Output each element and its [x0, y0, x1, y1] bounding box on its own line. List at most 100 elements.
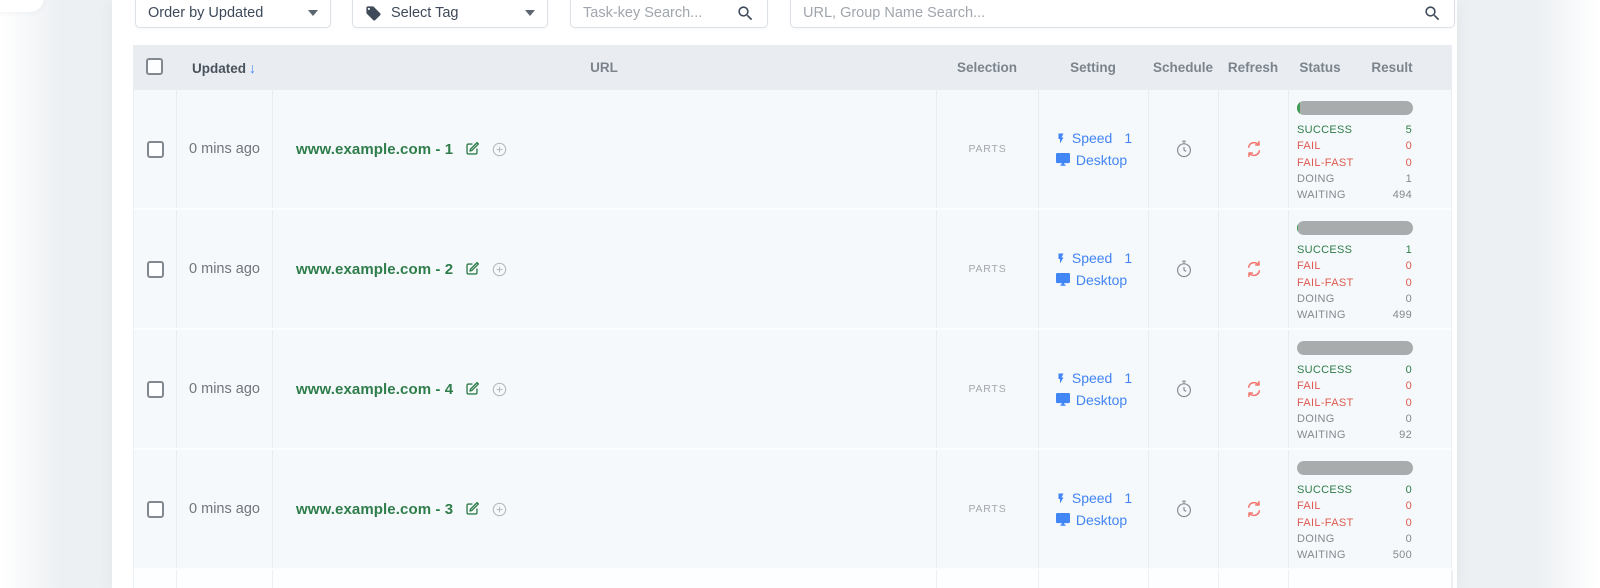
selection-text: PARTS: [968, 263, 1006, 275]
updated-cell: 0 mins ago: [177, 450, 273, 568]
bolt-icon: [1055, 371, 1067, 386]
url-link[interactable]: www.example.com - 2: [296, 261, 453, 278]
url-link[interactable]: www.example.com - 4: [296, 381, 453, 398]
result-label-fail: FAIL: [1297, 258, 1321, 274]
result-value-success: 0: [1406, 362, 1412, 378]
table-row: 0 mins ago www.example.com - 2 PARTS: [133, 210, 1452, 330]
add-circle-icon[interactable]: [491, 141, 508, 158]
result-list: SUCCESS 5 FAIL 0 FAIL-FAST 0 DOING 1 WAI…: [1297, 122, 1412, 203]
status-result-cell: SUCCESS 0 FAIL 0 FAIL-FAST 0 DOING 0 WAI…: [1289, 330, 1453, 448]
add-circle-icon[interactable]: [491, 501, 508, 518]
row-checkbox[interactable]: [147, 501, 164, 518]
schedule-cell: [1149, 450, 1219, 568]
result-value-fail: 0: [1406, 378, 1412, 394]
speed-setting[interactable]: Speed 1: [1055, 130, 1132, 146]
setting-cell: Speed 1 Desktop: [1039, 450, 1149, 568]
search-icon[interactable]: [736, 4, 755, 23]
chevron-down-icon: [308, 10, 318, 16]
desktop-icon: [1055, 153, 1071, 167]
header-result: Result: [1352, 60, 1432, 75]
timer-icon[interactable]: [1174, 379, 1194, 399]
order-by-select[interactable]: Order by Updated: [135, 0, 331, 28]
speed-setting[interactable]: Speed 1: [1055, 370, 1132, 386]
select-all-checkbox[interactable]: [146, 58, 163, 75]
refresh-icon[interactable]: [1244, 259, 1264, 279]
url-cell: www.example.com - 3: [273, 450, 937, 568]
schedule-cell: [1149, 90, 1219, 208]
device-setting[interactable]: Desktop: [1055, 152, 1127, 168]
order-by-select-value: Order by Updated: [148, 5, 308, 21]
task-list-page: Order by Updated Select Tag: [0, 0, 1600, 588]
row-checkbox[interactable]: [147, 261, 164, 278]
tag-select-value: Select Tag: [391, 5, 525, 21]
task-key-search-box: [570, 0, 768, 28]
status-progress-bar: [1297, 101, 1413, 115]
result-label-fail: FAIL: [1297, 138, 1321, 154]
timer-icon[interactable]: [1174, 139, 1194, 159]
refresh-icon[interactable]: [1244, 499, 1264, 519]
timer-icon[interactable]: [1174, 259, 1194, 279]
header-updated[interactable]: Updated↓: [176, 60, 272, 76]
device-setting[interactable]: Desktop: [1055, 392, 1127, 408]
result-value-fail: 0: [1406, 138, 1412, 154]
edit-icon[interactable]: [463, 500, 481, 518]
selection-text: PARTS: [968, 143, 1006, 155]
status-result-cell: SUCCESS 1 FAIL 0 FAIL-FAST 0 DOING 0 WAI…: [1289, 210, 1453, 328]
updated-cell: 0 mins ago: [177, 90, 273, 208]
result-label-success: SUCCESS: [1297, 362, 1352, 378]
result-value-success: 5: [1406, 122, 1412, 138]
desktop-icon: [1055, 273, 1071, 287]
status-result-cell: SUCCESS 5 FAIL 0 FAIL-FAST 0 DOING 1 WAI…: [1289, 90, 1453, 208]
result-label-doing: DOING: [1297, 411, 1335, 427]
url-link[interactable]: www.example.com - 1: [296, 141, 453, 158]
device-setting[interactable]: Desktop: [1055, 272, 1127, 288]
row-checkbox[interactable]: [147, 381, 164, 398]
main-panel: Order by Updated Select Tag: [112, 0, 1457, 588]
result-label-doing: DOING: [1297, 171, 1335, 187]
header-refresh: Refresh: [1218, 60, 1288, 75]
edit-icon[interactable]: [463, 140, 481, 158]
row-checkbox-cell: [134, 450, 177, 568]
url-link[interactable]: www.example.com - 3: [296, 501, 453, 518]
row-checkbox-cell: [134, 90, 177, 208]
updated-text: 0 mins ago: [189, 501, 260, 517]
speed-setting[interactable]: Speed 1: [1055, 250, 1132, 266]
refresh-cell: [1219, 210, 1289, 328]
result-label-success: SUCCESS: [1297, 122, 1352, 138]
result-label-fail: FAIL: [1297, 498, 1321, 514]
row-checkbox[interactable]: [147, 141, 164, 158]
add-circle-icon[interactable]: [491, 381, 508, 398]
device-setting[interactable]: Desktop: [1055, 512, 1127, 528]
result-value-waiting: 500: [1393, 547, 1412, 563]
setting-cell: Speed 1 Desktop: [1039, 90, 1149, 208]
edit-icon[interactable]: [463, 380, 481, 398]
table-row: 0 mins ago www.example.com - 1 PARTS: [133, 90, 1452, 210]
status-result-cell: SUCCESS 0 FAIL 0 FAIL-FAST 0 DOING 0 WAI…: [1289, 450, 1453, 568]
tag-select[interactable]: Select Tag: [352, 0, 548, 28]
result-label-waiting: WAITING: [1297, 547, 1346, 563]
setting-cell: Speed 1 Desktop: [1039, 210, 1149, 328]
search-icon[interactable]: [1423, 4, 1442, 23]
timer-icon[interactable]: [1174, 499, 1194, 519]
result-label-fail-fast: FAIL-FAST: [1297, 275, 1354, 291]
table-row: 0 mins ago www.example.com - 3 PARTS: [133, 450, 1452, 570]
refresh-icon[interactable]: [1244, 379, 1264, 399]
result-label-success: SUCCESS: [1297, 482, 1352, 498]
edit-icon[interactable]: [463, 260, 481, 278]
schedule-cell: [1149, 330, 1219, 448]
speed-setting[interactable]: Speed 1: [1055, 490, 1132, 506]
result-label-fail-fast: FAIL-FAST: [1297, 395, 1354, 411]
result-value-fail: 0: [1406, 258, 1412, 274]
add-circle-icon[interactable]: [491, 261, 508, 278]
url-group-search-input[interactable]: [803, 5, 1415, 21]
task-key-search-input[interactable]: [583, 5, 728, 21]
status-progress-bar: [1297, 221, 1413, 235]
row-checkbox-cell: [134, 330, 177, 448]
refresh-icon[interactable]: [1244, 139, 1264, 159]
desktop-icon: [1055, 513, 1071, 527]
task-table: Updated↓ URL Selection Setting Schedule …: [133, 45, 1452, 588]
status-progress-bar: [1297, 341, 1413, 355]
header-checkbox-cell: [133, 58, 176, 78]
result-label-fail: FAIL: [1297, 378, 1321, 394]
result-label-waiting: WAITING: [1297, 307, 1346, 323]
